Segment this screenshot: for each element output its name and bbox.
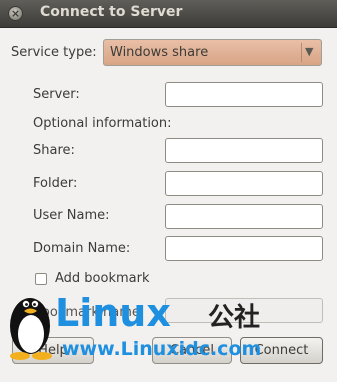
service-type-value: Windows share (110, 45, 209, 60)
bookmark-name-input[interactable] (166, 299, 322, 322)
connect-button[interactable]: Connect (240, 337, 323, 364)
service-type-label: Service type: (11, 45, 97, 60)
domain-name-label: Domain Name: (33, 241, 131, 256)
folder-label: Folder: (33, 176, 78, 191)
bookmark-name-label: Bookmark name: (33, 305, 145, 320)
cancel-button[interactable]: Cancel (152, 337, 232, 364)
service-type-dropdown[interactable]: Windows share ▼ (103, 39, 322, 66)
bookmark-name-field[interactable] (165, 298, 323, 323)
username-input[interactable] (166, 205, 322, 228)
optional-info-heading: Optional information: (33, 116, 172, 131)
share-label: Share: (33, 143, 75, 158)
username-field[interactable] (165, 204, 323, 229)
username-label: User Name: (33, 208, 110, 223)
domain-name-input[interactable] (166, 237, 322, 260)
folder-field[interactable] (165, 171, 323, 196)
help-button[interactable]: Help (12, 337, 94, 364)
server-label: Server: (33, 87, 80, 102)
title-bar[interactable]: × Connect to Server (0, 0, 337, 28)
dropdown-arrow-box[interactable]: ▼ (301, 43, 318, 62)
domain-name-field[interactable] (165, 236, 323, 261)
close-icon: × (10, 7, 21, 20)
chevron-down-icon: ▼ (305, 45, 314, 58)
add-bookmark-checkbox[interactable] (35, 273, 47, 285)
share-field[interactable] (165, 138, 323, 163)
folder-input[interactable] (166, 172, 322, 195)
window-title: Connect to Server (40, 4, 183, 20)
add-bookmark-label[interactable]: Add bookmark (55, 271, 150, 286)
server-field[interactable] (165, 82, 323, 107)
server-input[interactable] (166, 83, 322, 106)
close-window-button[interactable]: × (8, 6, 23, 21)
share-input[interactable] (166, 139, 322, 162)
